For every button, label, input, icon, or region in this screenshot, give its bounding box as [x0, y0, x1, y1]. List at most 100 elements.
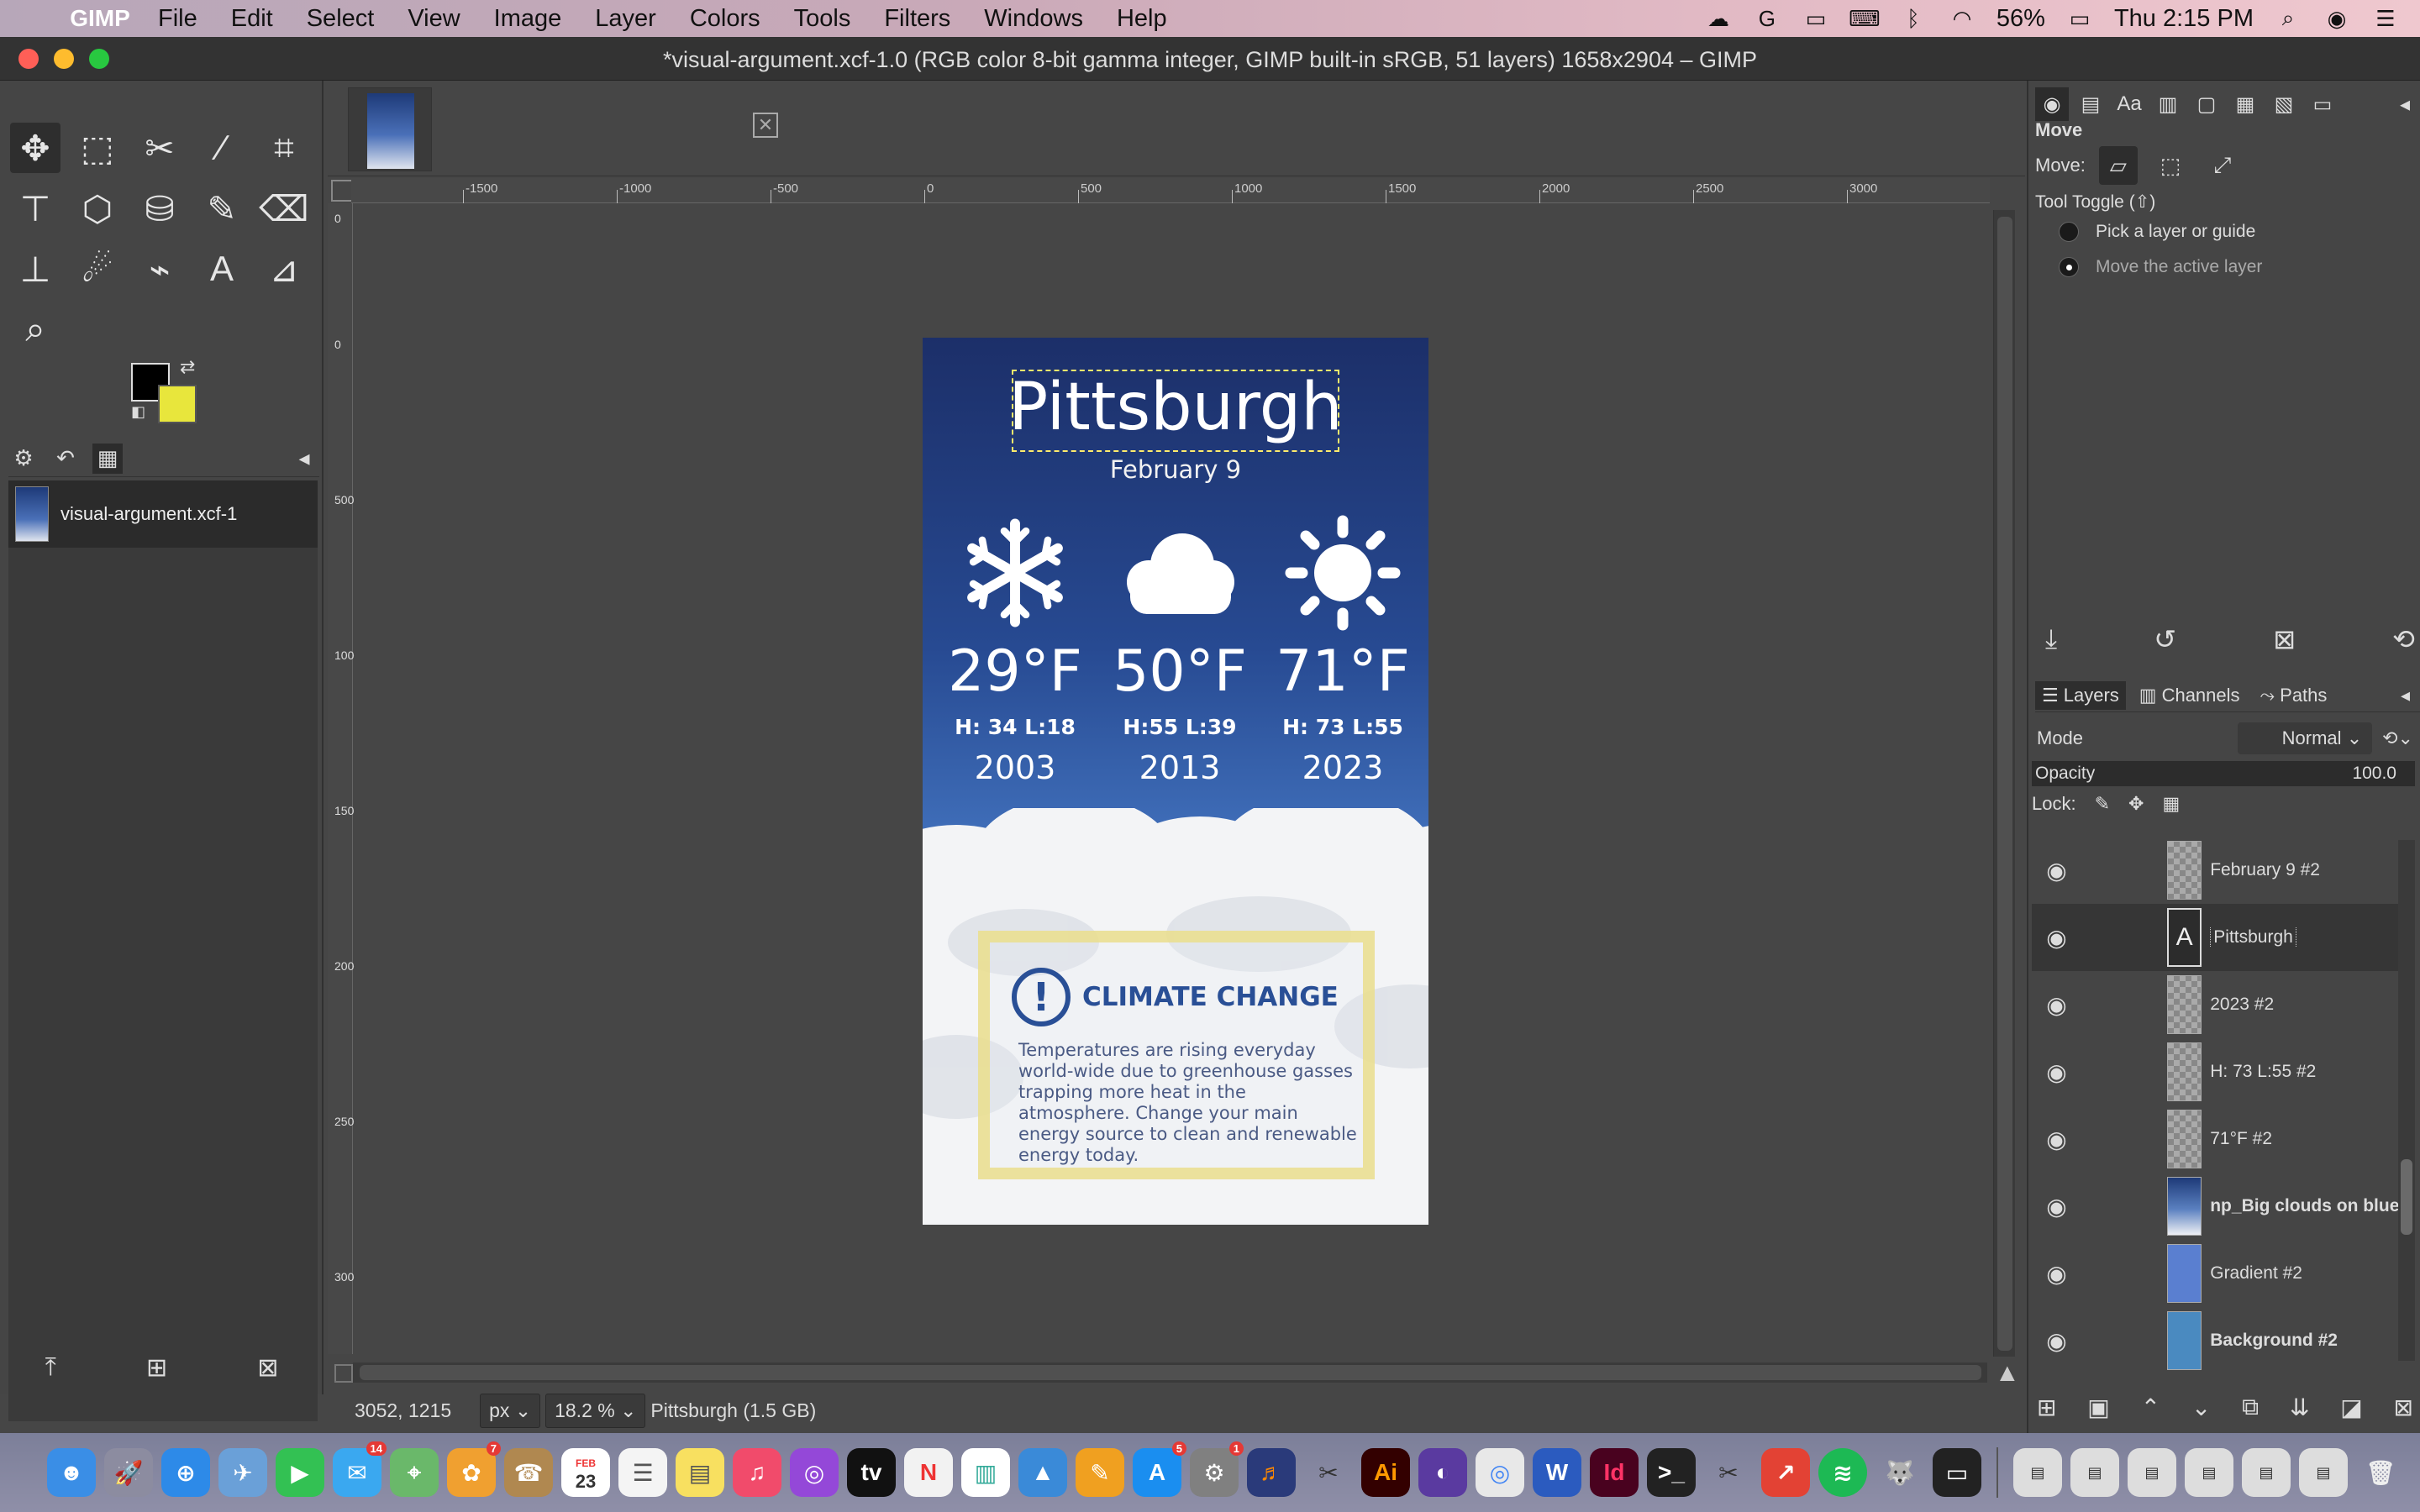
- transform-tool-icon[interactable]: ⬡: [72, 183, 123, 234]
- music-icon[interactable]: ♫: [733, 1448, 781, 1497]
- text-tool-icon[interactable]: A: [197, 244, 247, 294]
- new-layer-group-icon[interactable]: ▣: [2087, 1394, 2109, 1421]
- visibility-eye-icon[interactable]: ◉: [2032, 1327, 2081, 1355]
- scrollbar-thumb[interactable]: [2401, 1159, 2412, 1235]
- close-image-tab-icon[interactable]: ✕: [753, 113, 778, 138]
- visibility-eye-icon[interactable]: ◉: [2032, 924, 2081, 952]
- menu-image[interactable]: Image: [494, 5, 562, 33]
- eraser-tool-icon[interactable]: ⌫: [259, 183, 309, 234]
- keyboard-icon[interactable]: ⌨: [1849, 6, 1881, 31]
- swap-colors-icon[interactable]: ⇄: [180, 356, 195, 378]
- visibility-eye-icon[interactable]: ◉: [2032, 1126, 2081, 1153]
- layer-row[interactable]: ◉ Gradient #2: [2032, 1240, 2408, 1307]
- document-icon[interactable]: ▤: [2128, 1448, 2176, 1497]
- clock[interactable]: Thu 2:15 PM: [2114, 5, 2254, 33]
- restore-preset-icon[interactable]: ↺: [2154, 623, 2176, 655]
- airplay-icon[interactable]: ▭: [1802, 6, 1830, 31]
- chrome-icon[interactable]: ◎: [1476, 1448, 1524, 1497]
- siri-icon[interactable]: ◉: [2323, 6, 2351, 31]
- xcode-icon[interactable]: ✈: [218, 1448, 267, 1497]
- lock-pixels-icon[interactable]: ✎: [2095, 793, 2110, 815]
- keynote-icon[interactable]: ▲: [1018, 1448, 1067, 1497]
- unit-select[interactable]: px ⌄: [480, 1393, 541, 1428]
- layer-row[interactable]: ◉ A Pittsburgh: [2032, 904, 2408, 971]
- document-icon[interactable]: ▤: [2299, 1448, 2348, 1497]
- layer-row[interactable]: ◉ H: 73 L:55 #2: [2032, 1038, 2408, 1105]
- pliers-icon[interactable]: ✂: [1304, 1448, 1353, 1497]
- align-tool-icon[interactable]: ⊤: [10, 183, 60, 234]
- wifi-icon[interactable]: ◠: [1948, 6, 1976, 31]
- scrollbar-thumb[interactable]: [1997, 217, 2012, 1351]
- console-icon[interactable]: ▭: [1933, 1448, 1981, 1497]
- app-store-icon[interactable]: A5: [1133, 1441, 1186, 1497]
- lock-position-icon[interactable]: ✥: [2128, 793, 2144, 815]
- layers-scrollbar[interactable]: [2398, 840, 2415, 1361]
- gimp-icon[interactable]: 🐺: [1876, 1448, 1924, 1497]
- move-active-layer-radio[interactable]: Move the active layer: [2059, 257, 2262, 277]
- pick-layer-radio[interactable]: Pick a layer or guide: [2059, 222, 2255, 242]
- facetime-icon[interactable]: ▶: [276, 1448, 324, 1497]
- layer-row[interactable]: ◉ 2023 #2: [2032, 971, 2408, 1038]
- maps-icon[interactable]: ⌖: [390, 1448, 439, 1497]
- scissors-select-tool-icon[interactable]: ✂: [134, 123, 185, 173]
- illustrator-icon[interactable]: Ai: [1361, 1448, 1410, 1497]
- quick-mask-toggle-icon[interactable]: [331, 180, 353, 202]
- spotlight-search-icon[interactable]: ⌕: [2274, 5, 2302, 31]
- podcasts-icon[interactable]: ◎: [790, 1448, 839, 1497]
- tab-channels[interactable]: ▥ Channels: [2133, 681, 2247, 710]
- lock-alpha-icon[interactable]: ▦: [2162, 793, 2180, 815]
- news-icon[interactable]: N: [904, 1448, 953, 1497]
- move-path-icon[interactable]: ⤢: [2203, 146, 2242, 185]
- menu-windows[interactable]: Windows: [984, 5, 1083, 33]
- zoom-window-toggle-icon[interactable]: [334, 1364, 353, 1383]
- bucket-fill-tool-icon[interactable]: ⛁: [134, 183, 185, 234]
- photos-icon[interactable]: ✿ 7: [447, 1441, 501, 1497]
- visibility-eye-icon[interactable]: ◉: [2032, 991, 2081, 1019]
- document-icon[interactable]: ▤: [2013, 1448, 2062, 1497]
- undo-history-tab-icon[interactable]: ↶: [50, 444, 81, 474]
- zoom-tool-icon[interactable]: ⌕: [10, 304, 60, 354]
- document-icon[interactable]: ▤: [2185, 1448, 2233, 1497]
- layer-mask-icon[interactable]: ◪: [2340, 1394, 2362, 1421]
- github-desktop-icon[interactable]: ◐: [1418, 1448, 1467, 1497]
- vertical-scrollbar[interactable]: [1993, 210, 2015, 1357]
- mode-select[interactable]: Normal ⌄: [2238, 722, 2373, 754]
- numbers-icon[interactable]: ▥: [961, 1448, 1010, 1497]
- menu-tools[interactable]: Tools: [794, 5, 851, 33]
- crop-tool-icon[interactable]: ⌗: [259, 123, 309, 173]
- menu-select[interactable]: Select: [307, 5, 375, 33]
- menu-filters[interactable]: Filters: [884, 5, 950, 33]
- tool-options-tab-icon[interactable]: ◉: [2035, 87, 2069, 121]
- templates-tab-icon[interactable]: ▢: [2190, 87, 2223, 121]
- menu-view[interactable]: View: [408, 5, 460, 33]
- tool-options-tab-icon[interactable]: ⚙: [8, 444, 39, 474]
- navigate-icon[interactable]: ▲: [1995, 1359, 2020, 1388]
- document-icon[interactable]: ▤: [2070, 1448, 2119, 1497]
- display-tab-icon[interactable]: ▭: [2306, 87, 2339, 121]
- layer-row[interactable]: ◉ 71°F #2: [2032, 1105, 2408, 1173]
- dock-menu-icon[interactable]: ◂: [2388, 87, 2420, 121]
- layer-row[interactable]: ◉ Background #2: [2032, 1307, 2408, 1374]
- paintbrush-tool-icon[interactable]: ✎: [197, 183, 247, 234]
- document-icon[interactable]: ▤: [2242, 1448, 2291, 1497]
- tab-paths[interactable]: ⤳ Paths: [2254, 681, 2334, 710]
- visibility-eye-icon[interactable]: ◉: [2032, 1260, 2081, 1288]
- fuzzy-select-tool-icon[interactable]: ⁄: [197, 123, 247, 173]
- clone-tool-icon[interactable]: ⊥: [10, 244, 60, 294]
- contacts-icon[interactable]: ☎: [504, 1448, 553, 1497]
- system-preferences-icon[interactable]: ⚙ 1: [1190, 1441, 1244, 1497]
- battery-icon[interactable]: ▭: [2065, 6, 2094, 31]
- calendar-icon[interactable]: FEB 23: [561, 1448, 610, 1497]
- composite-mode-icon[interactable]: ⟲⌄: [2382, 727, 2413, 749]
- menu-colors[interactable]: Colors: [690, 5, 760, 33]
- menu-layer[interactable]: Layer: [595, 5, 656, 33]
- new-display-icon[interactable]: ⊞: [146, 1353, 167, 1383]
- reset-defaults-icon[interactable]: ⟲: [2392, 623, 2415, 655]
- grammarly-icon[interactable]: G: [1753, 6, 1781, 31]
- remote-desktop-icon[interactable]: ↗: [1761, 1448, 1810, 1497]
- reset-colors-icon[interactable]: ◧: [131, 403, 145, 421]
- visibility-eye-icon[interactable]: ◉: [2032, 1193, 2081, 1221]
- move-layer-icon[interactable]: ▱: [2098, 146, 2138, 185]
- notes-icon[interactable]: ▤: [676, 1448, 724, 1497]
- patterns-tab-icon[interactable]: ▦: [2228, 87, 2262, 121]
